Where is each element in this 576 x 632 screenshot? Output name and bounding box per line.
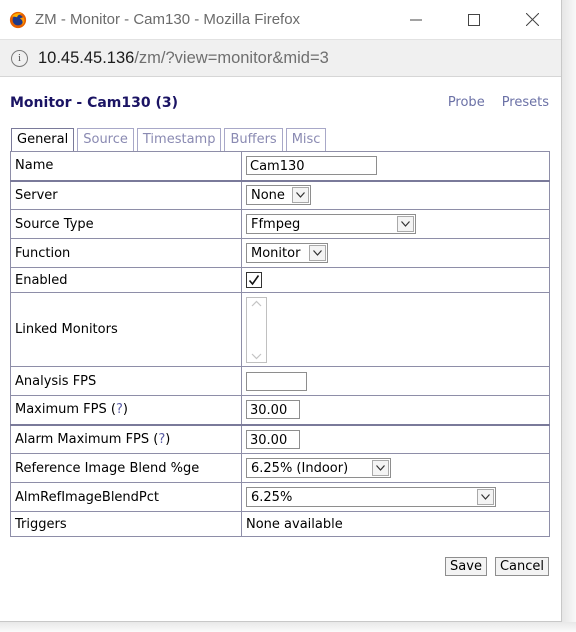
chevron-down-icon bbox=[309, 245, 326, 261]
checkmark-icon bbox=[248, 275, 260, 286]
close-window-button[interactable] bbox=[503, 0, 561, 39]
browser-window: ZM - Monitor - Cam130 - Mozilla Firefox … bbox=[0, 0, 562, 622]
info-icon[interactable]: i bbox=[11, 49, 28, 67]
maximize-icon bbox=[468, 13, 480, 26]
reference-blend-select[interactable]: 6.25% (Indoor) bbox=[246, 458, 391, 478]
minimize-button[interactable] bbox=[387, 0, 445, 39]
maximize-button[interactable] bbox=[445, 0, 503, 39]
maximum-fps-label-text: Maximum FPS bbox=[15, 402, 107, 418]
alm-ref-blend-select[interactable]: 6.25% bbox=[246, 487, 496, 507]
table-row: Function Monitor bbox=[10, 238, 550, 268]
title-bar: ZM - Monitor - Cam130 - Mozilla Firefox bbox=[0, 0, 561, 39]
linked-monitors-label: Linked Monitors bbox=[10, 292, 242, 367]
table-row: Maximum FPS (?) 30.00 bbox=[10, 395, 550, 425]
chevron-down-icon bbox=[477, 489, 494, 505]
maximum-fps-input[interactable]: 30.00 bbox=[246, 400, 300, 420]
tab-bar: General Source Timestamp Buffers Misc bbox=[11, 128, 329, 152]
minimize-icon bbox=[410, 19, 422, 20]
reference-blend-value: 6.25% (Indoor) bbox=[251, 460, 349, 476]
table-row: Linked Monitors bbox=[10, 292, 550, 367]
name-input[interactable]: Cam130 bbox=[246, 156, 377, 176]
maximum-fps-help-link[interactable]: ? bbox=[116, 402, 123, 417]
function-select[interactable]: Monitor bbox=[246, 243, 328, 263]
url-path: /zm/?view=monitor&mid=3 bbox=[134, 48, 329, 67]
table-row: Triggers None available bbox=[10, 511, 550, 537]
reference-blend-label: Reference Image Blend %ge bbox=[10, 453, 242, 483]
cancel-button[interactable]: Cancel bbox=[494, 557, 549, 576]
triggers-value: None available bbox=[241, 511, 550, 537]
url-host: 10.45.45.136 bbox=[38, 48, 135, 67]
alm-ref-blend-value: 6.25% bbox=[251, 489, 293, 505]
probe-link[interactable]: Probe bbox=[448, 95, 485, 110]
page-title: Monitor - Cam130 (3) bbox=[10, 95, 179, 111]
table-row: Server None bbox=[10, 179, 550, 210]
table-row: Analysis FPS bbox=[10, 366, 550, 396]
alarm-maximum-fps-help-link[interactable]: ? bbox=[158, 432, 165, 447]
scroll-up-icon[interactable] bbox=[251, 300, 262, 307]
alarm-maximum-fps-label-text: Alarm Maximum FPS bbox=[15, 431, 150, 447]
save-button[interactable]: Save bbox=[445, 557, 487, 576]
form-buttons: Save Cancel bbox=[437, 557, 549, 576]
tab-buffers[interactable]: Buffers bbox=[224, 128, 283, 152]
presets-link[interactable]: Presets bbox=[502, 95, 549, 110]
window-shadow bbox=[0, 622, 576, 632]
table-row: Source Type Ffmpeg bbox=[10, 209, 550, 239]
tab-source[interactable]: Source bbox=[77, 128, 134, 152]
table-row: Name Cam130 bbox=[10, 151, 550, 181]
chevron-down-icon bbox=[292, 187, 309, 204]
table-row: Reference Image Blend %ge 6.25% (Indoor) bbox=[10, 453, 550, 483]
table-row: Enabled bbox=[10, 267, 550, 293]
tab-misc[interactable]: Misc bbox=[285, 128, 327, 152]
source-type-label: Source Type bbox=[10, 209, 242, 239]
chevron-down-icon bbox=[397, 216, 414, 232]
triggers-label: Triggers bbox=[10, 511, 242, 537]
table-row: Alarm Maximum FPS (?) 30.00 bbox=[10, 423, 550, 454]
analysis-fps-input[interactable] bbox=[246, 371, 307, 391]
function-value: Monitor bbox=[251, 245, 301, 261]
window-shadow bbox=[562, 0, 576, 632]
analysis-fps-label: Analysis FPS bbox=[10, 366, 242, 396]
linked-monitors-listbox[interactable] bbox=[246, 296, 267, 363]
source-type-select[interactable]: Ffmpeg bbox=[246, 214, 416, 234]
alarm-maximum-fps-label: Alarm Maximum FPS (?) bbox=[10, 423, 242, 454]
address-bar[interactable]: i 10.45.45.136/zm/?view=monitor&mid=3 bbox=[0, 39, 561, 77]
chevron-down-icon bbox=[372, 460, 389, 476]
firefox-logo-icon bbox=[9, 11, 27, 28]
name-label: Name bbox=[10, 151, 242, 181]
source-type-value: Ffmpeg bbox=[251, 216, 301, 232]
server-label: Server bbox=[10, 179, 242, 210]
close-icon bbox=[525, 13, 539, 26]
enabled-label: Enabled bbox=[10, 267, 242, 293]
scroll-down-icon[interactable] bbox=[251, 353, 262, 360]
function-label: Function bbox=[10, 238, 242, 268]
server-value: None bbox=[251, 187, 285, 203]
maximum-fps-label: Maximum FPS (?) bbox=[10, 395, 242, 425]
server-select[interactable]: None bbox=[246, 185, 311, 206]
tab-timestamp[interactable]: Timestamp bbox=[136, 128, 222, 152]
window-title: ZM - Monitor - Cam130 - Mozilla Firefox bbox=[35, 11, 301, 28]
monitor-settings-table: Name Cam130 Server None Source Type Ffmp… bbox=[10, 151, 550, 537]
enabled-checkbox[interactable] bbox=[246, 272, 262, 288]
header-links: Probe Presets bbox=[431, 95, 549, 110]
alarm-maximum-fps-input[interactable]: 30.00 bbox=[246, 429, 300, 449]
alm-ref-blend-label: AlmRefImageBlendPct bbox=[10, 482, 242, 512]
tab-general[interactable]: General bbox=[11, 128, 75, 152]
table-row: AlmRefImageBlendPct 6.25% bbox=[10, 482, 550, 512]
url-text[interactable]: 10.45.45.136/zm/?view=monitor&mid=3 bbox=[38, 49, 329, 68]
